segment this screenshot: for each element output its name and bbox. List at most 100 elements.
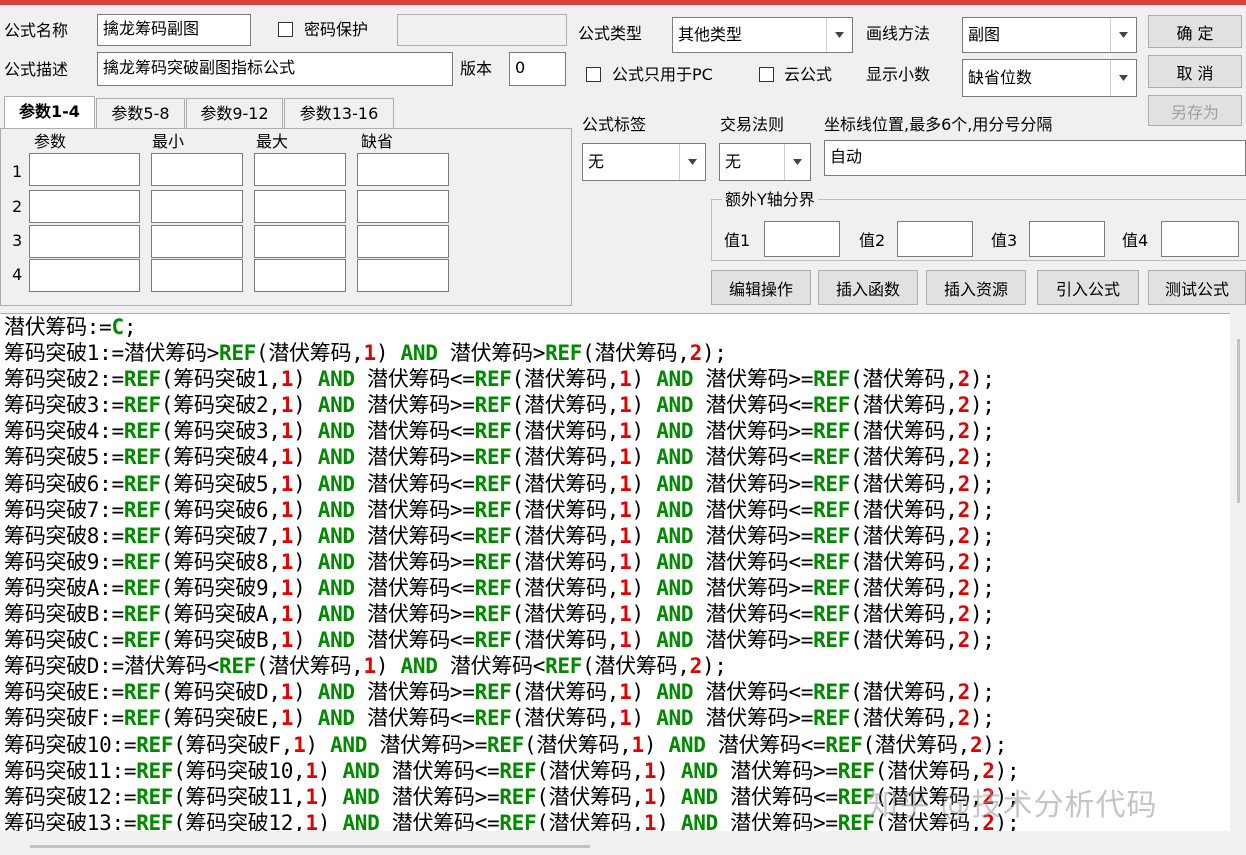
param-2-min-input[interactable] (151, 190, 243, 223)
param-4-default-input[interactable] (357, 259, 449, 292)
value-4-input[interactable] (1161, 221, 1239, 257)
code-number: 1 (280, 367, 294, 392)
param-4-max-input[interactable] (254, 259, 346, 292)
code-text: (潜伏筹码, (582, 341, 690, 366)
param-3-name-input[interactable] (29, 225, 140, 258)
value-2-input[interactable] (897, 221, 973, 257)
code-text: ) (293, 497, 318, 522)
formula-desc-input[interactable]: 擒龙筹码突破副图指标公式 (97, 52, 453, 86)
password-input[interactable] (397, 14, 567, 46)
code-number: 1 (280, 393, 294, 418)
edit-operations-button[interactable]: 编辑操作 (711, 270, 811, 305)
code-number: 2 (957, 471, 971, 496)
vertical-scrollbar[interactable] (1232, 313, 1246, 831)
decimal-label: 显示小数 (866, 65, 931, 84)
code-number: 1 (643, 784, 657, 809)
code-keyword: AND (342, 810, 380, 831)
tab-params-5-8[interactable]: 参数5-8 (96, 98, 185, 128)
code-line: 筹码突破C:=REF(筹码突破B,1) AND 潜伏筹码<=REF(潜伏筹码,1… (0, 627, 1230, 653)
decimal-select[interactable]: 缺省位数 (962, 59, 1137, 97)
chevron-down-icon (826, 18, 852, 52)
code-number: 2 (957, 575, 971, 600)
code-text: 筹码突破5:= (4, 445, 124, 470)
code-number: 1 (280, 549, 294, 574)
horizontal-scrollbar-thumb[interactable] (30, 845, 590, 848)
code-text: ); (969, 602, 995, 627)
test-formula-button[interactable]: 测试公式 (1148, 270, 1246, 305)
param-1-name-input[interactable] (29, 153, 140, 186)
param-1-max-input[interactable] (254, 153, 346, 186)
value-3-input[interactable] (1029, 221, 1105, 257)
tab-params-1-4[interactable]: 参数1-4 (4, 96, 95, 130)
param-header-default: 缺省 (361, 132, 394, 151)
insert-resource-button[interactable]: 插入资源 (926, 270, 1026, 305)
code-number: 2 (957, 706, 971, 731)
code-number: 1 (619, 602, 632, 627)
params-panel: 参数 最小 最大 缺省 1 2 3 4 (0, 128, 572, 306)
code-number: 1 (619, 523, 632, 548)
pc-only-checkbox[interactable] (586, 67, 601, 82)
import-formula-button[interactable]: 引入公式 (1037, 270, 1139, 305)
param-2-max-input[interactable] (254, 190, 346, 223)
formula-type-select[interactable]: 其他类型 (672, 17, 853, 53)
param-2-name-input[interactable] (29, 190, 140, 223)
tab-params-9-12[interactable]: 参数9-12 (186, 98, 283, 128)
draw-method-select[interactable]: 副图 (962, 17, 1137, 53)
save-as-button[interactable]: 另存为 (1148, 95, 1242, 126)
code-number: 1 (280, 497, 294, 522)
code-text: 潜伏筹码>= (693, 471, 814, 496)
formula-tag-label: 公式标签 (582, 115, 647, 134)
code-number: 1 (280, 445, 294, 470)
code-number: 1 (280, 628, 294, 653)
code-keyword: REF (813, 549, 851, 574)
param-3-min-input[interactable] (151, 225, 243, 258)
version-input[interactable]: 0 (509, 52, 566, 86)
code-keyword: REF (123, 367, 161, 392)
code-keyword: AND (656, 549, 694, 574)
param-4-min-input[interactable] (151, 259, 243, 292)
param-1-min-input[interactable] (151, 153, 243, 186)
code-line: 筹码突破1:=潜伏筹码>REF(潜伏筹码,1) AND 潜伏筹码>REF(潜伏筹… (0, 340, 1230, 366)
param-header-name: 参数 (34, 132, 67, 151)
code-text: ); (701, 654, 727, 679)
ok-button[interactable]: 确 定 (1148, 15, 1242, 48)
param-3-default-input[interactable] (357, 225, 449, 258)
code-text: ) (293, 445, 318, 470)
formula-tag-select[interactable]: 无 (582, 143, 706, 181)
param-2-default-input[interactable] (357, 190, 449, 223)
tab-params-13-16[interactable]: 参数13-16 (284, 98, 394, 128)
password-checkbox[interactable] (278, 22, 293, 37)
axis-position-input[interactable]: 自动 (824, 140, 1246, 176)
code-number: 1 (619, 445, 632, 470)
insert-function-button[interactable]: 插入函数 (818, 270, 918, 305)
code-text: ); (969, 549, 995, 574)
code-text: ); (701, 341, 727, 366)
code-text: ) (631, 680, 657, 705)
code-text: ); (969, 497, 995, 522)
cancel-button[interactable]: 取 消 (1148, 55, 1242, 88)
param-3-max-input[interactable] (254, 225, 346, 258)
code-text: 筹码突破12:= (4, 784, 137, 809)
code-text: ); (969, 523, 995, 548)
value-4-label: 值4 (1122, 231, 1149, 250)
horizontal-scrollbar[interactable] (0, 831, 1246, 855)
code-text: ) (375, 654, 401, 679)
param-1-default-input[interactable] (357, 153, 449, 186)
code-keyword: REF (123, 497, 161, 522)
code-keyword: REF (813, 419, 851, 444)
cloud-formula-checkbox[interactable] (759, 67, 774, 82)
code-text: (潜伏筹码, (511, 445, 620, 470)
trade-rule-select[interactable]: 无 (719, 143, 811, 181)
vertical-scrollbar-thumb[interactable] (1237, 339, 1240, 503)
code-text: 筹码突破11:= (4, 758, 137, 783)
code-line: 筹码突破D:=潜伏筹码<REF(潜伏筹码,1) AND 潜伏筹码<REF(潜伏筹… (0, 653, 1230, 679)
code-keyword: REF (813, 393, 851, 418)
value-1-input[interactable] (764, 221, 840, 257)
code-text: 潜伏筹码<= (693, 602, 814, 627)
formula-code-editor[interactable]: 潜伏筹码:=C; 筹码突破1:=潜伏筹码>REF(潜伏筹码,1) AND 潜伏筹码… (0, 313, 1230, 831)
code-keyword: REF (474, 680, 512, 705)
code-text: ) (375, 341, 401, 366)
formula-name-input[interactable]: 擒龙筹码副图 (97, 14, 251, 46)
param-4-name-input[interactable] (29, 259, 140, 292)
code-text: 筹码突破D:=潜伏筹码< (4, 654, 219, 679)
